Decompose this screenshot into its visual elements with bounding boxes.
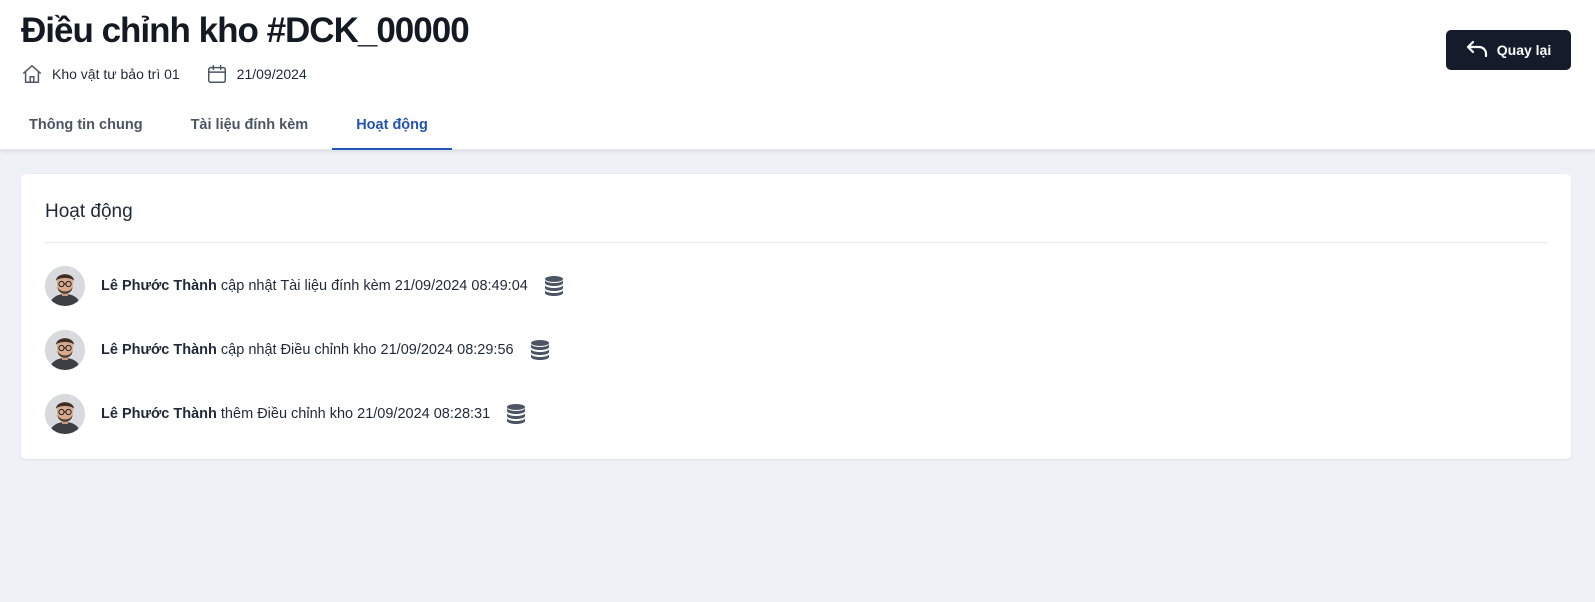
activity-item: Lê Phước Thành cập nhật Điều chỉnh kho 2… [45,330,1545,370]
activity-text: Lê Phước Thành cập nhật Điều chỉnh kho 2… [101,342,514,358]
divider [45,242,1547,243]
home-icon [21,63,43,85]
activity-item: Lê Phước Thành thêm Điều chỉnh kho 21/09… [45,394,1545,434]
page-header: Điều chỉnh kho #DCK_00000 Kho vật tư bảo… [0,0,1595,150]
warehouse-meta: Kho vật tư bảo trì 01 [21,63,180,85]
tab-bar: Thông tin chung Tài liệu đính kèm Hoạt đ… [5,102,452,150]
activity-timestamp: 21/09/2024 08:28:31 [357,406,491,422]
back-button[interactable]: Quay lại [1446,30,1571,70]
meta-row: Kho vật tư bảo trì 01 21/09/2024 [21,61,307,87]
back-button-label: Quay lại [1496,42,1552,58]
avatar [45,330,85,370]
calendar-icon [206,63,228,85]
activity-target: Điều chỉnh kho [257,406,354,422]
activity-text: Lê Phước Thành thêm Điều chỉnh kho 21/09… [101,406,490,422]
activity-text: Lê Phước Thành cập nhật Tài liệu đính kè… [101,278,528,294]
activity-timestamp: 21/09/2024 08:29:56 [380,342,514,358]
tab-attachments[interactable]: Tài liệu đính kèm [167,102,333,150]
avatar [45,266,85,306]
activity-timestamp: 21/09/2024 08:49:04 [394,278,528,294]
date-meta: 21/09/2024 [206,63,307,85]
page-title: Điều chỉnh kho #DCK_00000 [21,11,470,50]
activity-card: Hoạt động Lê Phước Thành cập nhật Tài li… [21,174,1571,459]
activity-list: Lê Phước Thành cập nhật Tài liệu đính kè… [45,266,1545,458]
activity-actor: Lê Phước Thành [101,342,217,358]
warehouse-name: Kho vật tư bảo trì 01 [52,66,180,82]
tab-general-info[interactable]: Thông tin chung [5,102,167,150]
tab-activity[interactable]: Hoạt động [332,102,452,150]
activity-target: Tài liệu đính kèm [280,278,391,294]
activity-actor: Lê Phước Thành [101,278,217,294]
activity-item: Lê Phước Thành cập nhật Tài liệu đính kè… [45,266,1545,306]
avatar [45,394,85,434]
activity-action: cập nhật [220,278,277,294]
activity-action: thêm [220,406,254,422]
undo-arrow-icon [1466,40,1497,61]
document-date: 21/09/2024 [236,66,307,82]
activity-target: Điều chỉnh kho [280,342,377,358]
database-icon [530,339,550,361]
database-icon [544,275,564,297]
activity-card-title: Hoạt động [45,201,133,222]
activity-action: cập nhật [220,342,277,358]
database-icon [506,403,526,425]
activity-actor: Lê Phước Thành [101,406,217,422]
